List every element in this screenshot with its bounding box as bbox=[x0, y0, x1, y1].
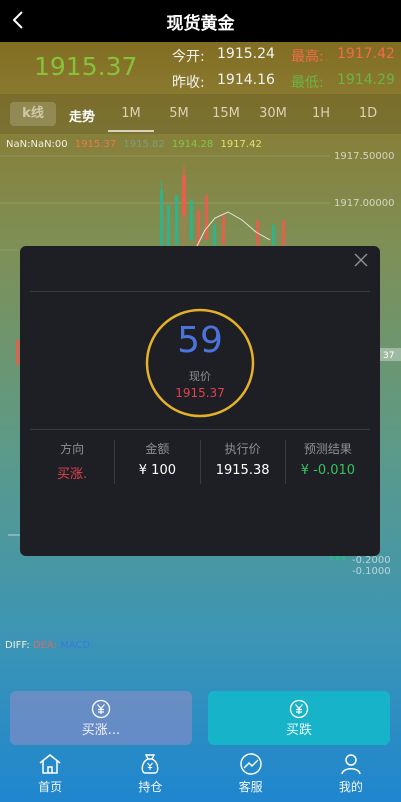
close-value: 1914.16 bbox=[217, 72, 275, 88]
page-title: 现货黄金 bbox=[166, 13, 235, 34]
amount-label: 金额 bbox=[145, 442, 170, 456]
axis-label: -0.2000 bbox=[352, 555, 391, 566]
yuan-coin-icon bbox=[91, 699, 111, 719]
close-icon[interactable] bbox=[354, 253, 368, 267]
axis-label: 1917.00000 bbox=[334, 198, 394, 209]
ma-value-1: 1915.37 bbox=[74, 139, 117, 150]
countdown-seconds: 59 bbox=[177, 320, 223, 361]
buy-up-button[interactable]: 买涨... bbox=[10, 691, 192, 745]
high-label: 最高: bbox=[291, 49, 324, 65]
buy-down-label: 买跌 bbox=[285, 723, 312, 738]
tab-trend[interactable]: 走势 bbox=[60, 106, 104, 125]
tab-1m[interactable]: 1M bbox=[110, 106, 152, 121]
nav-mine[interactable]: 我的 bbox=[301, 748, 401, 802]
info-direction: 方向 买涨. bbox=[30, 440, 116, 484]
nav-home-label: 首页 bbox=[38, 780, 63, 794]
ma-readout: NaN:NaN:00 1915.37 1915.82 1914.28 1917.… bbox=[6, 139, 266, 150]
nav-positions-label: 持仓 bbox=[138, 780, 163, 794]
direction-value: 买涨. bbox=[57, 467, 88, 482]
strike-label: 执行价 bbox=[224, 442, 261, 456]
candle bbox=[16, 340, 19, 365]
direction-label: 方向 bbox=[60, 442, 85, 456]
period-tabs: k线 走势 1M 5M 15M 30M 1H 1D bbox=[0, 94, 401, 134]
info-strike: 执行价 1915.38 bbox=[201, 440, 286, 484]
divider bbox=[30, 291, 370, 292]
order-countdown-modal: 59 现价 1915.37 方向 买涨. 金额 ¥ 100 执行价 1915.3… bbox=[20, 246, 380, 556]
nav-service-label: 客服 bbox=[238, 780, 263, 794]
tab-5m[interactable]: 5M bbox=[158, 106, 200, 121]
open-value: 1915.24 bbox=[217, 46, 275, 62]
nav-service[interactable]: 客服 bbox=[201, 748, 301, 802]
divider bbox=[30, 429, 370, 430]
candle bbox=[222, 215, 225, 245]
tab-1d[interactable]: 1D bbox=[347, 106, 389, 121]
candle bbox=[205, 195, 208, 240]
forecast-value: ¥ -0.010 bbox=[300, 463, 356, 478]
candle bbox=[167, 205, 170, 250]
ma-value-4: 1917.42 bbox=[220, 139, 262, 150]
forecast-label: 预测结果 bbox=[303, 442, 352, 456]
home-icon bbox=[39, 754, 61, 774]
tab-15m[interactable]: 15M bbox=[205, 106, 247, 121]
money-bag-icon bbox=[142, 754, 159, 774]
back-icon[interactable] bbox=[8, 9, 30, 31]
amount-value: ¥ 100 bbox=[138, 463, 176, 478]
nav-mine-label: 我的 bbox=[338, 780, 363, 794]
candle bbox=[197, 210, 200, 245]
countdown-timer: 59 现价 1915.37 bbox=[145, 308, 255, 418]
nav-positions[interactable]: 持仓 bbox=[100, 748, 200, 802]
ma-time: NaN:NaN:00 bbox=[6, 139, 68, 150]
close-label: 昨收: bbox=[172, 75, 205, 91]
axis-label: -0.1000 bbox=[352, 566, 391, 577]
yuan-coin-icon bbox=[289, 699, 309, 719]
current-price: 1915.37 bbox=[34, 52, 138, 81]
chart-trend-icon bbox=[239, 753, 262, 775]
bottom-nav: 首页 持仓 客服 我的 bbox=[0, 748, 401, 802]
macd-readout: DIFF: DEA: MACD: bbox=[5, 640, 94, 651]
nav-home[interactable]: 首页 bbox=[0, 748, 100, 802]
price-tag-text: 37 bbox=[383, 351, 394, 361]
info-amount: 金额 ¥ 100 bbox=[115, 440, 201, 484]
tab-1h[interactable]: 1H bbox=[300, 106, 342, 121]
tab-kline[interactable]: k线 bbox=[10, 102, 56, 126]
top-bar: 现货黄金 bbox=[0, 0, 401, 42]
high-value: 1917.42 bbox=[337, 46, 395, 62]
open-label: 今开: bbox=[172, 49, 205, 65]
current-price-label: 现价 bbox=[189, 370, 211, 383]
candle bbox=[190, 200, 193, 240]
active-tab-indicator bbox=[108, 130, 154, 132]
macd-dea: DEA: bbox=[32, 640, 57, 651]
low-label: 最低: bbox=[291, 75, 324, 91]
ma-value-2: 1915.82 bbox=[123, 139, 165, 150]
strike-value: 1915.38 bbox=[215, 463, 270, 478]
user-icon bbox=[341, 754, 361, 775]
buy-down-button[interactable]: 买跌 bbox=[208, 691, 390, 745]
ma-value-3: 1914.28 bbox=[171, 139, 214, 150]
current-price-value: 1915.37 bbox=[175, 386, 225, 400]
info-forecast: 预测结果 ¥ -0.010 bbox=[286, 440, 370, 484]
axis-label: 1917.50000 bbox=[334, 151, 394, 162]
tab-30m[interactable]: 30M bbox=[252, 106, 294, 121]
quote-panel: 1915.37 今开: 1915.24 最高: 1917.42 昨收: 1914… bbox=[0, 42, 401, 94]
low-value: 1914.29 bbox=[337, 72, 395, 88]
macd-macd: MACD: bbox=[60, 640, 94, 651]
buy-up-label: 买涨... bbox=[81, 723, 121, 738]
candle bbox=[175, 195, 178, 245]
macd-diff: DIFF: bbox=[5, 640, 30, 651]
order-info: 方向 买涨. 金额 ¥ 100 执行价 1915.38 预测结果 ¥ -0.01… bbox=[30, 440, 370, 484]
